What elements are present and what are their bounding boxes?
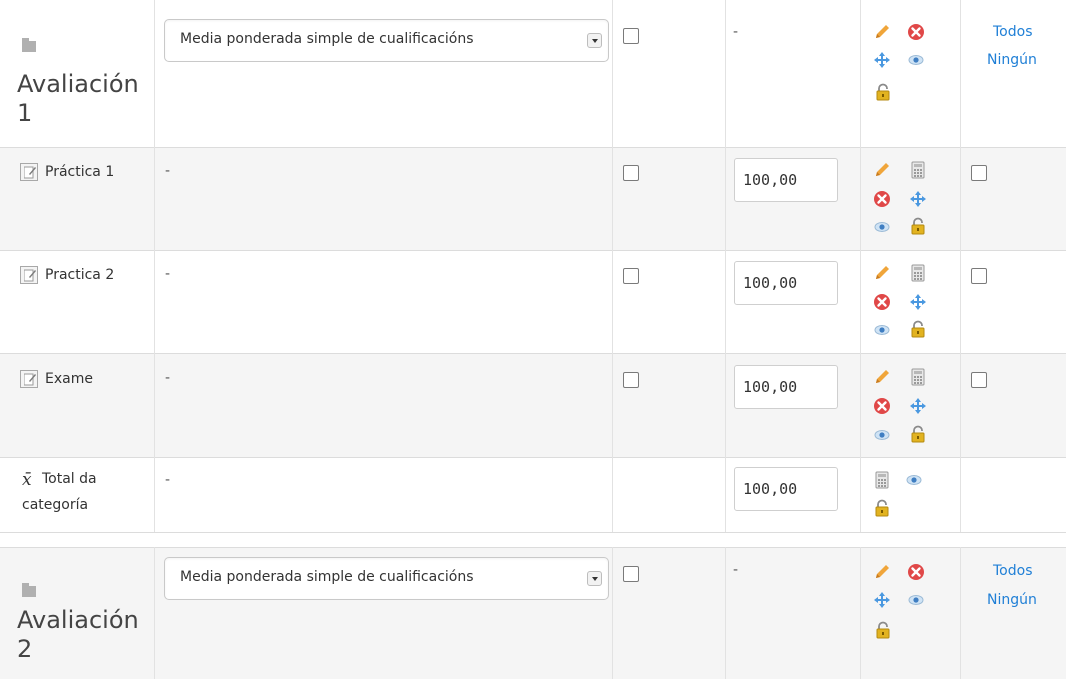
folder-icon	[22, 38, 36, 52]
item-row-bg	[0, 353, 1066, 457]
column-divider	[960, 547, 961, 679]
move-icon[interactable]	[873, 51, 891, 69]
show-hide-icon[interactable]	[907, 51, 925, 69]
select-none-link[interactable]: Ningún	[987, 592, 1037, 608]
column-divider	[612, 547, 613, 679]
lock-icon[interactable]	[874, 83, 892, 101]
select-item-checkbox[interactable]	[971, 165, 987, 181]
column-divider	[860, 547, 861, 679]
show-hide-icon[interactable]	[873, 321, 891, 339]
category-name-line: Avaliación	[17, 70, 139, 98]
aggregation-value: -	[165, 163, 171, 179]
category-name: Avaliación 2	[17, 606, 157, 664]
move-icon[interactable]	[873, 591, 891, 609]
row-divider	[0, 353, 1066, 354]
row-divider	[0, 457, 1066, 458]
move-icon[interactable]	[909, 190, 927, 208]
chevron-down-icon[interactable]	[587, 33, 602, 48]
column-divider	[960, 0, 961, 532]
edit-icon[interactable]	[873, 368, 891, 386]
column-divider	[860, 0, 861, 532]
extra-credit-checkbox[interactable]	[623, 268, 639, 284]
calculator-icon[interactable]	[873, 471, 891, 489]
lock-icon[interactable]	[873, 499, 891, 517]
column-divider	[725, 0, 726, 532]
select-item-checkbox[interactable]	[971, 372, 987, 388]
weight-input[interactable]: 100,00	[734, 467, 838, 511]
aggregation-select[interactable]: Media ponderada simple de cualificacións	[164, 557, 609, 600]
aggregation-select[interactable]: Media ponderada simple de cualificacións	[164, 19, 609, 62]
lock-icon[interactable]	[874, 621, 892, 639]
aggregation-select-value: Media ponderada simple de cualificacións	[180, 31, 474, 47]
select-all-link[interactable]: Todos	[993, 24, 1032, 40]
calculator-icon[interactable]	[909, 368, 927, 386]
category-name-line: 2	[17, 635, 33, 663]
select-none-link[interactable]: Ningún	[987, 52, 1037, 68]
row-divider	[0, 147, 1066, 148]
edit-icon[interactable]	[873, 563, 891, 581]
select-item-checkbox[interactable]	[971, 268, 987, 284]
show-hide-icon[interactable]	[905, 471, 923, 489]
weight-input[interactable]: 100,00	[734, 261, 838, 305]
item-row-bg	[0, 250, 1066, 353]
show-hide-icon[interactable]	[873, 218, 891, 236]
category-name: Avaliación 1	[17, 70, 157, 128]
column-divider	[612, 0, 613, 532]
weight-input[interactable]: 100,00	[734, 158, 838, 202]
aggregation-value: -	[165, 266, 171, 282]
move-icon[interactable]	[909, 293, 927, 311]
row-divider	[0, 250, 1066, 251]
grade-item-name[interactable]: Exame	[45, 366, 93, 392]
show-hide-icon[interactable]	[907, 591, 925, 609]
weight-input[interactable]: 100,00	[734, 365, 838, 409]
aggregation-select-value: Media ponderada simple de cualificacións	[180, 569, 474, 585]
calculator-icon[interactable]	[909, 161, 927, 179]
calculator-icon[interactable]	[909, 264, 927, 282]
grade-item-name[interactable]: Práctica 1	[45, 159, 114, 185]
edit-icon[interactable]	[873, 264, 891, 282]
chevron-down-icon[interactable]	[587, 571, 602, 586]
total-row-bg	[0, 457, 1066, 532]
column-divider	[725, 547, 726, 679]
lock-icon[interactable]	[909, 425, 927, 443]
delete-icon[interactable]	[907, 23, 925, 41]
extra-credit-checkbox[interactable]	[623, 372, 639, 388]
category-name-line: Avaliación	[17, 606, 139, 634]
row-divider	[0, 532, 1066, 533]
move-icon[interactable]	[909, 397, 927, 415]
row-divider	[0, 547, 1066, 548]
assignment-icon	[20, 266, 38, 284]
total-name: Total da categoría	[22, 466, 148, 518]
grade-item-name[interactable]: Practica 2	[45, 262, 114, 288]
edit-icon[interactable]	[873, 23, 891, 41]
delete-icon[interactable]	[873, 293, 891, 311]
assignment-icon	[20, 370, 38, 388]
delete-icon[interactable]	[873, 190, 891, 208]
weight-value: -	[733, 562, 739, 578]
delete-icon[interactable]	[873, 397, 891, 415]
show-hide-icon[interactable]	[873, 426, 891, 444]
total-name-line: Total da	[42, 471, 97, 487]
aggregation-value: -	[165, 472, 171, 488]
lock-icon[interactable]	[909, 320, 927, 338]
assignment-icon	[20, 163, 38, 181]
exclude-empty-checkbox[interactable]	[623, 566, 639, 582]
edit-icon[interactable]	[873, 161, 891, 179]
lock-icon[interactable]	[909, 217, 927, 235]
extra-credit-checkbox[interactable]	[623, 165, 639, 181]
weight-value: -	[733, 24, 739, 40]
spacer	[0, 532, 1066, 547]
sigma-icon: x̄	[22, 470, 32, 490]
total-name-line: categoría	[22, 497, 89, 513]
item-row-bg	[0, 147, 1066, 250]
category-name-line: 1	[17, 99, 33, 127]
exclude-empty-checkbox[interactable]	[623, 28, 639, 44]
select-all-link[interactable]: Todos	[993, 563, 1032, 579]
aggregation-value: -	[165, 370, 171, 386]
folder-icon	[22, 583, 36, 597]
delete-icon[interactable]	[907, 563, 925, 581]
